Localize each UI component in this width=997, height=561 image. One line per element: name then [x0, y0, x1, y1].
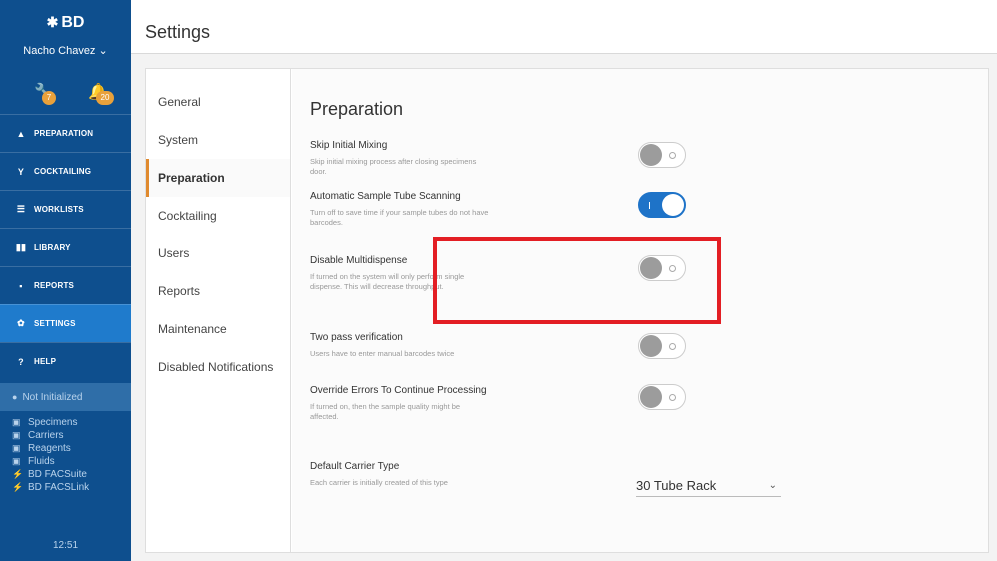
nav-preparation[interactable]: ▲ PREPARATION — [0, 114, 131, 152]
list-icon: ☰ — [16, 204, 26, 214]
nav-worklists[interactable]: ☰ WORKLISTS — [0, 190, 131, 228]
menu-reports[interactable]: Reports — [146, 272, 290, 310]
main-nav: ▲ PREPARATION Y COCKTAILING ☰ WORKLISTS ▮▮ L… — [0, 114, 131, 380]
link-bd-facslink[interactable]: ⚡ BD FACSLink — [12, 481, 132, 494]
toggle-skip-initial-mixing[interactable] — [638, 142, 686, 168]
nav-reports[interactable]: ▪ REPORTS — [0, 266, 131, 304]
main-area: General System Preparation Cocktailing U… — [131, 54, 997, 561]
box-icon: ▣ — [12, 417, 21, 427]
setting-two-pass-verification: Two pass verification Users have to ente… — [310, 332, 455, 358]
page-title: Settings — [145, 22, 211, 42]
nav-help[interactable]: ? HELP — [0, 342, 131, 380]
setting-automatic-sample-tube-scanning: Automatic Sample Tube Scanning Turn off … — [310, 191, 489, 227]
system-status: ● Not Initialized — [0, 383, 131, 411]
menu-system[interactable]: System — [146, 121, 290, 159]
box-icon: ▣ — [12, 443, 21, 453]
carrier-type-select[interactable]: 30 Tube Rack ⌄ — [636, 475, 781, 497]
resource-list: ▣ Specimens ▣ Carriers ▣ Reagents ▣ Fluids ⚡… — [12, 416, 132, 494]
resource-fluids[interactable]: ▣ Fluids — [12, 455, 132, 468]
clock: 12:51 — [52, 540, 79, 551]
nav-settings[interactable]: ✿ SETTINGS — [0, 304, 131, 342]
book-icon: ▮▮ — [15, 242, 27, 252]
settings-panel: General System Preparation Cocktailing U… — [145, 68, 989, 553]
alert-badge: 20 — [96, 91, 114, 105]
nav-cocktailing[interactable]: Y COCKTAILING — [0, 152, 131, 190]
menu-disabled-notifications[interactable]: Disabled Notifications — [146, 348, 290, 386]
help-icon: ? — [18, 356, 24, 367]
setting-skip-initial-mixing: Skip Initial Mixing Skip initial mixing … — [310, 140, 477, 176]
resource-reagents[interactable]: ▣ Reagents — [12, 442, 132, 455]
notification-alert[interactable]: 🔔 20 — [88, 82, 114, 105]
gear-icon: ✿ — [17, 318, 25, 328]
document-icon: ▪ — [19, 280, 23, 291]
box-icon: ▣ — [12, 456, 21, 466]
setting-override-errors: Override Errors To Continue Processing I… — [310, 385, 487, 421]
user-menu[interactable]: Nacho Chavez ⌄ — [0, 44, 131, 57]
link-bd-facsuite[interactable]: ⚡ BD FACSuite — [12, 468, 132, 481]
link-icon: ⚡ — [12, 482, 24, 492]
brand-logo: ✱ BD — [46, 14, 85, 31]
toggle-override-errors[interactable] — [638, 384, 686, 410]
menu-users[interactable]: Users — [146, 234, 290, 272]
cocktail-icon: Y — [17, 166, 25, 177]
carrier-type-value: 30 Tube Rack — [636, 478, 717, 493]
resource-specimens[interactable]: ▣ Specimens — [12, 416, 132, 429]
menu-cocktailing[interactable]: Cocktailing — [146, 197, 290, 235]
chevron-down-icon: ⌄ — [768, 480, 777, 491]
link-icon: ⚡ — [12, 469, 24, 479]
header: Settings — [131, 0, 997, 54]
setting-default-carrier-type: Default Carrier Type Each carrier is ini… — [310, 461, 448, 487]
menu-preparation[interactable]: Preparation — [146, 159, 290, 197]
toggle-two-pass-verification[interactable] — [638, 333, 686, 359]
maintenance-alert[interactable]: 🔧 7 — [34, 82, 56, 105]
resource-carriers[interactable]: ▣ Carriers — [12, 429, 132, 442]
settings-menu: General System Preparation Cocktailing U… — [146, 69, 291, 552]
highlight-box — [433, 237, 721, 324]
alerts-bar: 🔧 7 🔔 20 — [0, 82, 131, 106]
sidebar: ✱BD Nacho Chavez ⌄ 🔧 7 🔔 20 ▲PREPARATION… — [0, 0, 131, 561]
bd-star-icon: ✱ — [46, 14, 59, 30]
toggle-automatic-sample-tube-scanning[interactable] — [638, 192, 686, 218]
menu-general[interactable]: General — [146, 83, 290, 121]
alert-badge: 7 — [42, 91, 56, 105]
nav-library[interactable]: ▮▮ LIBRARY — [0, 228, 131, 266]
box-icon: ▣ — [12, 430, 21, 440]
menu-maintenance[interactable]: Maintenance — [146, 310, 290, 348]
settings-content: Preparation Skip Initial Mixing Skip ini… — [292, 69, 988, 552]
section-title: Preparation — [310, 99, 404, 119]
flask-icon: ▲ — [16, 128, 26, 139]
info-icon: ● — [12, 392, 18, 402]
